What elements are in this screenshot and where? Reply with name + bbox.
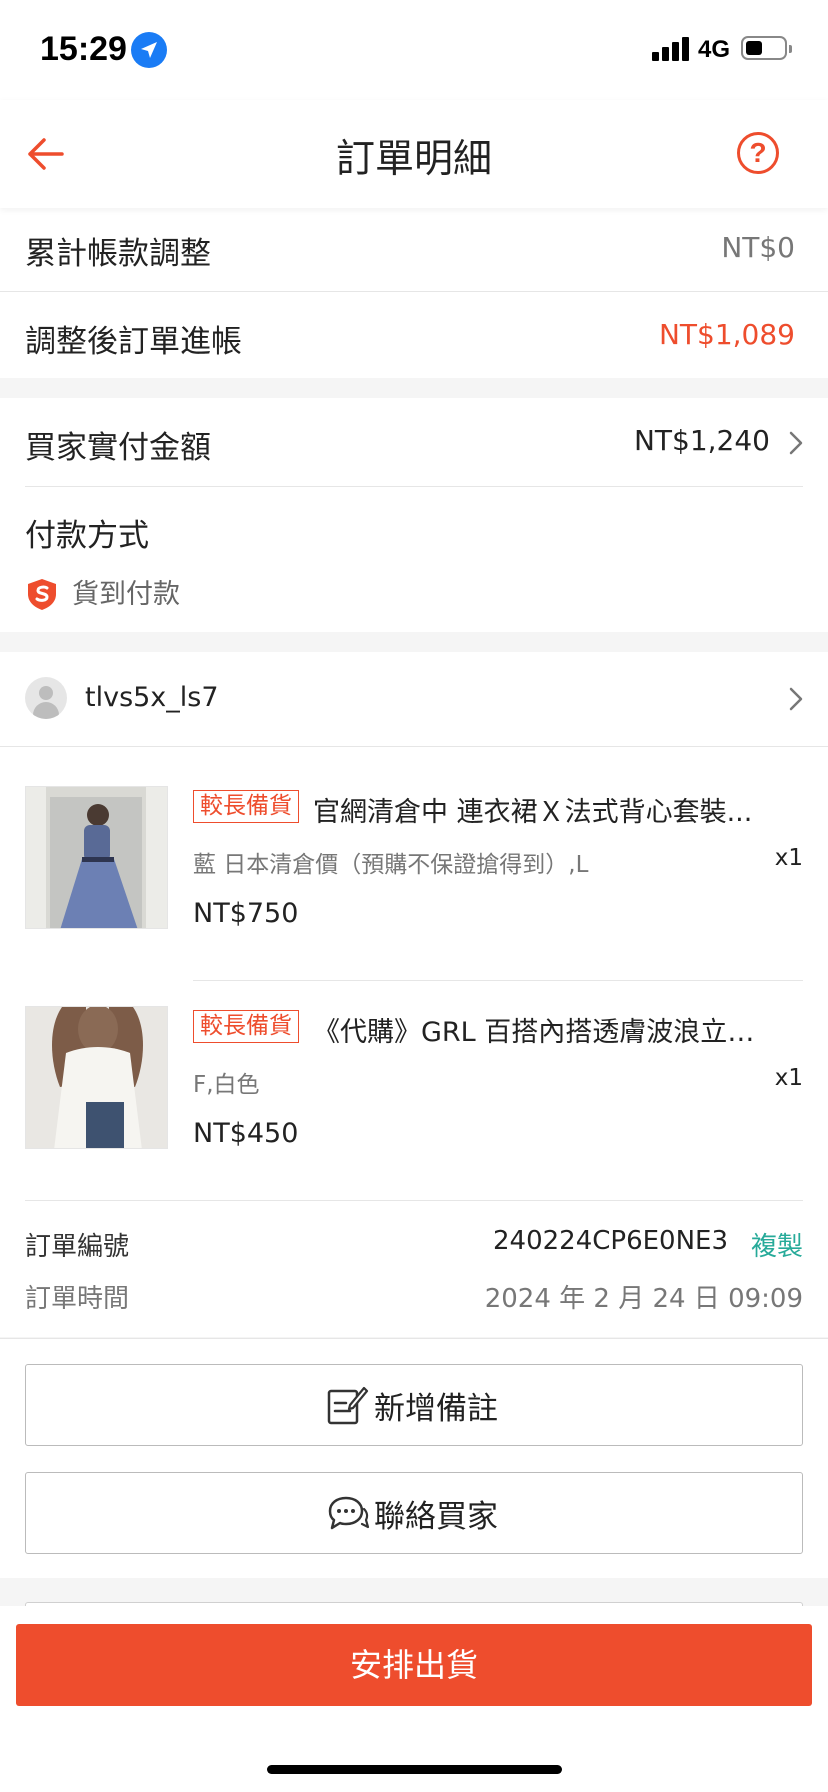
order-number-value: 240224CP6E0NE3 — [492, 1226, 728, 1256]
home-indicator — [267, 1765, 562, 1774]
order-number-label: 訂單編號 — [25, 1232, 130, 1262]
status-bar: 15:29 4G — [0, 0, 828, 100]
divider — [0, 746, 828, 747]
page-title: 訂單明細 — [335, 137, 492, 182]
payment-method-value: 貨到付款 — [72, 579, 180, 610]
network-type: 4G — [698, 36, 731, 63]
add-note-label: 新增備註 — [374, 1391, 498, 1427]
status-time: 15:29 — [40, 30, 127, 68]
location-arrow-icon — [131, 32, 167, 68]
income-value: NT$1,089 — [658, 318, 795, 351]
divider — [0, 1338, 828, 1339]
stock-tag: 較長備貨 — [193, 790, 299, 823]
divider — [25, 1200, 803, 1201]
income-label: 調整後訂單進帳 — [25, 324, 242, 360]
buyer-paid-value: NT$1,240 — [633, 424, 770, 457]
adjustment-value: NT$0 — [721, 231, 795, 264]
cellular-signal-icon — [652, 37, 692, 61]
divider — [0, 291, 828, 292]
product-quantity: x1 — [774, 845, 803, 871]
divider — [25, 486, 803, 487]
note-edit-icon — [324, 1383, 370, 1427]
navigation-bar: 訂單明細 ? — [0, 100, 828, 208]
payment-card: 買家實付金額 NT$1,240 付款方式 貨到付款 — [0, 398, 828, 632]
product-title: 官網清倉中 連衣裙Ｘ法式背心套裝... — [313, 797, 753, 828]
product-image — [25, 1006, 168, 1149]
help-icon[interactable]: ? — [737, 132, 779, 174]
copy-button[interactable]: 複製 — [751, 1226, 803, 1263]
buyer-paid-row[interactable]: 買家實付金額 NT$1,240 — [0, 398, 828, 486]
stock-tag: 較長備貨 — [193, 1010, 299, 1043]
order-time-label: 訂單時間 — [25, 1284, 130, 1314]
income-summary-card: 累計帳款調整 NT$0 調整後訂單進帳 NT$1,089 — [0, 208, 828, 378]
partially-hidden-button-edge — [25, 1602, 803, 1606]
chat-bubble-icon — [324, 1493, 370, 1537]
product-item[interactable]: 較長備貨 官網清倉中 連衣裙Ｘ法式背心套裝... 藍 日本清倉價（預購不保證搶得… — [0, 770, 828, 970]
product-title: 《代購》GRL 百搭內搭透膚波浪立體... — [313, 1017, 773, 1048]
shopee-shield-icon — [25, 577, 59, 611]
contact-buyer-label: 聯絡買家 — [374, 1499, 498, 1535]
product-variant: 藍 日本清倉價（預購不保證搶得到）,L — [193, 852, 589, 878]
adjustment-label: 累計帳款調整 — [25, 236, 211, 272]
product-variant: F,白色 — [193, 1072, 260, 1098]
buyer-row[interactable]: tlvs5x_ls7 — [0, 652, 828, 746]
arrange-shipment-button[interactable]: 安排出貨 — [16, 1624, 812, 1706]
chevron-right-icon — [788, 430, 804, 456]
product-price: NT$750 — [193, 898, 299, 929]
product-item[interactable]: 較長備貨 《代購》GRL 百搭內搭透膚波浪立體... F,白色 x1 NT$45… — [0, 990, 828, 1190]
buyer-avatar — [25, 677, 67, 719]
contact-buyer-button[interactable]: 聯絡買家 — [25, 1472, 803, 1554]
add-note-button[interactable]: 新增備註 — [25, 1364, 803, 1446]
payment-method-label: 付款方式 — [25, 518, 149, 554]
battery-icon — [741, 36, 792, 60]
chevron-right-icon — [788, 686, 804, 712]
divider — [193, 980, 803, 981]
buyer-username: tlvs5x_ls7 — [85, 682, 219, 713]
product-quantity: x1 — [774, 1065, 803, 1091]
product-price: NT$450 — [193, 1118, 299, 1149]
buyer-paid-label: 買家實付金額 — [25, 430, 211, 466]
product-image — [25, 786, 168, 929]
order-time-value: 2024 年 2 月 24 日 09:09 — [484, 1284, 803, 1314]
